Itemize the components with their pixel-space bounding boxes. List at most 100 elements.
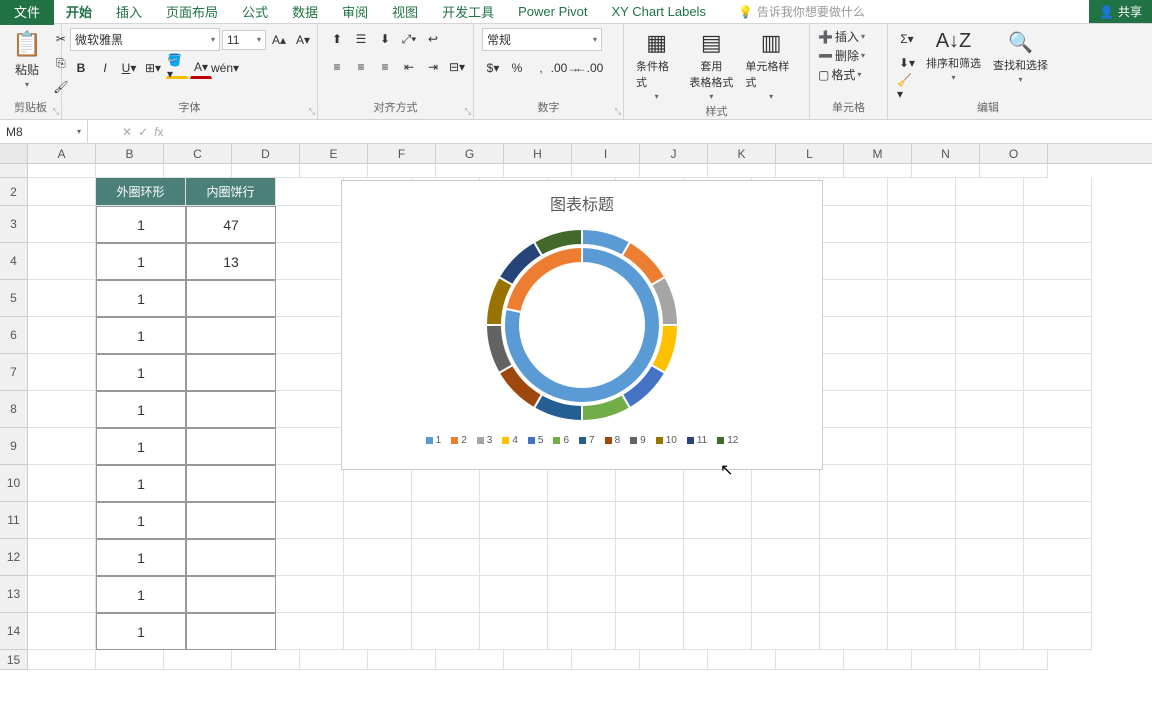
col-header[interactable]: B bbox=[96, 144, 164, 163]
table-cell[interactable] bbox=[186, 317, 276, 354]
tab-dev[interactable]: 开发工具 bbox=[430, 0, 506, 25]
table-cell[interactable]: 47 bbox=[186, 206, 276, 243]
table-cell[interactable] bbox=[186, 391, 276, 428]
col-header[interactable]: M bbox=[844, 144, 912, 163]
col-header[interactable]: D bbox=[232, 144, 300, 163]
chart-legend[interactable]: 123456789101112 bbox=[342, 425, 822, 456]
formula-input[interactable] bbox=[173, 122, 1152, 141]
legend-item[interactable]: 11 bbox=[687, 435, 707, 446]
underline-button[interactable]: U▾ bbox=[118, 57, 140, 79]
border-button[interactable]: ⊞▾ bbox=[142, 57, 164, 79]
insert-cells-button[interactable]: ➕插入▾ bbox=[818, 28, 865, 45]
align-bottom-icon[interactable]: ⬇ bbox=[374, 28, 396, 50]
table-cell[interactable] bbox=[186, 428, 276, 465]
tab-view[interactable]: 视图 bbox=[380, 0, 430, 25]
share-button[interactable]: 👤 共享 bbox=[1089, 0, 1152, 23]
font-color-button[interactable]: A▾ bbox=[190, 57, 212, 79]
name-box[interactable]: M8▾ bbox=[0, 120, 88, 143]
tab-layout[interactable]: 页面布局 bbox=[154, 0, 230, 25]
table-cell[interactable]: 1 bbox=[96, 428, 186, 465]
sort-filter-button[interactable]: A↓Z 排序和筛选▾ bbox=[922, 28, 985, 84]
increase-font-icon[interactable]: A▴ bbox=[268, 29, 290, 51]
legend-item[interactable]: 10 bbox=[656, 435, 677, 446]
decrease-font-icon[interactable]: A▾ bbox=[292, 29, 314, 51]
outdent-icon[interactable]: ⇤ bbox=[398, 56, 420, 78]
legend-item[interactable]: 1 bbox=[426, 435, 442, 446]
table-cell[interactable]: 1 bbox=[96, 576, 186, 613]
phonetic-button[interactable]: wén▾ bbox=[214, 57, 236, 79]
clear-icon[interactable]: 🧹▾ bbox=[896, 76, 918, 98]
col-header[interactable]: O bbox=[980, 144, 1048, 163]
chart-title[interactable]: 图表标题 bbox=[342, 181, 822, 225]
fill-icon[interactable]: ⬇▾ bbox=[896, 52, 918, 74]
fill-color-button[interactable]: 🪣▾ bbox=[166, 57, 188, 79]
paste-button[interactable]: 📋 粘贴 ▾ bbox=[8, 28, 46, 91]
align-right-icon[interactable]: ≡ bbox=[374, 56, 396, 78]
font-name-dropdown[interactable]: 微软雅黑▾ bbox=[70, 28, 220, 51]
legend-item[interactable]: 3 bbox=[477, 435, 493, 446]
fx-icon[interactable]: fx bbox=[154, 125, 163, 139]
table-cell[interactable]: 1 bbox=[96, 391, 186, 428]
legend-item[interactable]: 6 bbox=[553, 435, 569, 446]
tell-me-search[interactable]: 💡 告诉我你想要做什么 bbox=[738, 3, 865, 20]
table-cell[interactable] bbox=[186, 280, 276, 317]
font-launcher-icon[interactable]: ⤡ bbox=[309, 107, 315, 117]
legend-item[interactable]: 7 bbox=[579, 435, 595, 446]
tab-powerpivot[interactable]: Power Pivot bbox=[506, 0, 599, 23]
table-cell[interactable]: 1 bbox=[96, 354, 186, 391]
table-cell[interactable]: 13 bbox=[186, 243, 276, 280]
align-center-icon[interactable]: ≡ bbox=[350, 56, 372, 78]
legend-item[interactable]: 5 bbox=[528, 435, 544, 446]
align-launcher-icon[interactable]: ⤡ bbox=[465, 107, 471, 117]
col-header[interactable]: G bbox=[436, 144, 504, 163]
number-format-dropdown[interactable]: 常规▾ bbox=[482, 28, 602, 51]
legend-item[interactable]: 8 bbox=[605, 435, 621, 446]
chart-object[interactable]: 图表标题 123456789101112 bbox=[341, 180, 823, 470]
italic-button[interactable]: I bbox=[94, 57, 116, 79]
indent-icon[interactable]: ⇥ bbox=[422, 56, 444, 78]
delete-cells-button[interactable]: ➖删除▾ bbox=[818, 47, 865, 64]
merge-icon[interactable]: ⊟▾ bbox=[446, 56, 468, 78]
wrap-text-icon[interactable]: ↩ bbox=[422, 28, 444, 50]
col-header[interactable]: E bbox=[300, 144, 368, 163]
table-cell[interactable] bbox=[186, 539, 276, 576]
percent-icon[interactable]: % bbox=[506, 57, 528, 79]
accounting-icon[interactable]: $▾ bbox=[482, 57, 504, 79]
legend-item[interactable]: 9 bbox=[630, 435, 646, 446]
col-header[interactable]: N bbox=[912, 144, 980, 163]
col-header[interactable]: C bbox=[164, 144, 232, 163]
tab-insert[interactable]: 插入 bbox=[104, 0, 154, 25]
table-cell[interactable]: 1 bbox=[96, 465, 186, 502]
table-cell[interactable] bbox=[186, 354, 276, 391]
table-cell[interactable]: 1 bbox=[96, 243, 186, 280]
legend-item[interactable]: 2 bbox=[451, 435, 467, 446]
inc-decimal-icon[interactable]: .00→ bbox=[554, 57, 576, 79]
table-cell[interactable]: 1 bbox=[96, 206, 186, 243]
legend-item[interactable]: 12 bbox=[717, 435, 738, 446]
align-top-icon[interactable]: ⬆ bbox=[326, 28, 348, 50]
table-cell[interactable]: 1 bbox=[96, 613, 186, 650]
chart-plot-area[interactable] bbox=[342, 225, 822, 425]
cancel-icon[interactable]: ✕ bbox=[122, 125, 132, 139]
col-header[interactable]: J bbox=[640, 144, 708, 163]
tab-home[interactable]: 开始 bbox=[54, 0, 104, 25]
clipboard-launcher-icon[interactable]: ⤡ bbox=[53, 107, 59, 117]
table-cell[interactable]: 1 bbox=[96, 539, 186, 576]
autosum-icon[interactable]: Σ▾ bbox=[896, 28, 918, 50]
cell-style-button[interactable]: ▥ 单元格样式▾ bbox=[741, 28, 801, 103]
table-cell[interactable]: 1 bbox=[96, 502, 186, 539]
table-cell[interactable] bbox=[186, 465, 276, 502]
col-header[interactable]: K bbox=[708, 144, 776, 163]
format-cells-button[interactable]: ▢格式▾ bbox=[818, 66, 861, 83]
tab-xylabels[interactable]: XY Chart Labels bbox=[600, 0, 718, 23]
align-left-icon[interactable]: ≡ bbox=[326, 56, 348, 78]
dec-decimal-icon[interactable]: ←.00 bbox=[578, 57, 600, 79]
table-cell[interactable] bbox=[186, 576, 276, 613]
table-cell[interactable]: 1 bbox=[96, 317, 186, 354]
font-size-dropdown[interactable]: 11▾ bbox=[222, 30, 266, 50]
number-launcher-icon[interactable]: ⤡ bbox=[615, 107, 621, 117]
tab-review[interactable]: 审阅 bbox=[330, 0, 380, 25]
col-header[interactable]: I bbox=[572, 144, 640, 163]
col-header[interactable]: H bbox=[504, 144, 572, 163]
align-middle-icon[interactable]: ☰ bbox=[350, 28, 372, 50]
